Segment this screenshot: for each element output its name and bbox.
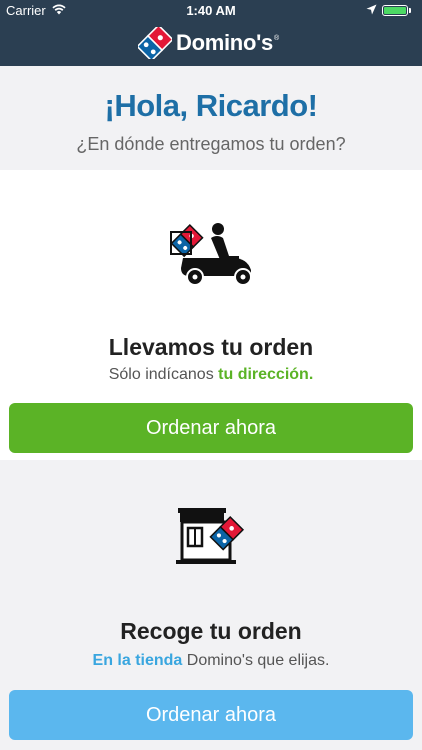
delivery-subtitle-prefix: Sólo indícanos bbox=[108, 366, 219, 383]
store-icon bbox=[176, 508, 245, 564]
dominos-logo-icon bbox=[138, 27, 172, 59]
greeting-title: ¡Hola, Ricardo! bbox=[104, 88, 318, 123]
pickup-subtitle-suffix: Domino's que elijas. bbox=[182, 652, 330, 669]
pickup-order-now-button[interactable]: Ordenar ahora bbox=[9, 690, 413, 740]
battery-icon bbox=[382, 5, 408, 16]
brand-registered-mark: ® bbox=[273, 34, 280, 42]
delivery-address-link: tu dirección. bbox=[218, 366, 314, 383]
status-time: 1:40 AM bbox=[186, 3, 236, 18]
delivery-card: Llevamos tu orden Sólo indícanos tu dire… bbox=[0, 170, 422, 460]
app-header: Carrier 1:40 AM Domino's ® bbox=[0, 0, 422, 66]
delivery-order-now-button[interactable]: Ordenar ahora bbox=[9, 403, 413, 453]
battery-tip bbox=[409, 8, 411, 13]
delivery-title: Llevamos tu orden bbox=[108, 334, 314, 360]
dominos-logo: Domino's ® bbox=[138, 27, 279, 59]
delivery-subtitle: Sólo indícanos tu dirección. bbox=[0, 366, 422, 384]
brand-name: Domino's bbox=[176, 30, 273, 55]
pickup-store-link: En la tienda bbox=[92, 652, 183, 669]
pickup-card: Recoge tu orden En la tienda Domino's qu… bbox=[0, 460, 422, 750]
location-icon bbox=[366, 4, 377, 15]
delivery-scooter-icon bbox=[170, 223, 252, 286]
pickup-title: Recoge tu orden bbox=[120, 618, 302, 644]
greeting-section: ¡Hola, Ricardo! ¿En dónde entregamos tu … bbox=[0, 66, 422, 170]
pickup-subtitle: En la tienda Domino's que elijas. bbox=[0, 652, 422, 670]
status-bar: Carrier 1:40 AM bbox=[0, 0, 422, 22]
greeting-subtitle: ¿En dónde entregamos tu orden? bbox=[76, 134, 346, 154]
